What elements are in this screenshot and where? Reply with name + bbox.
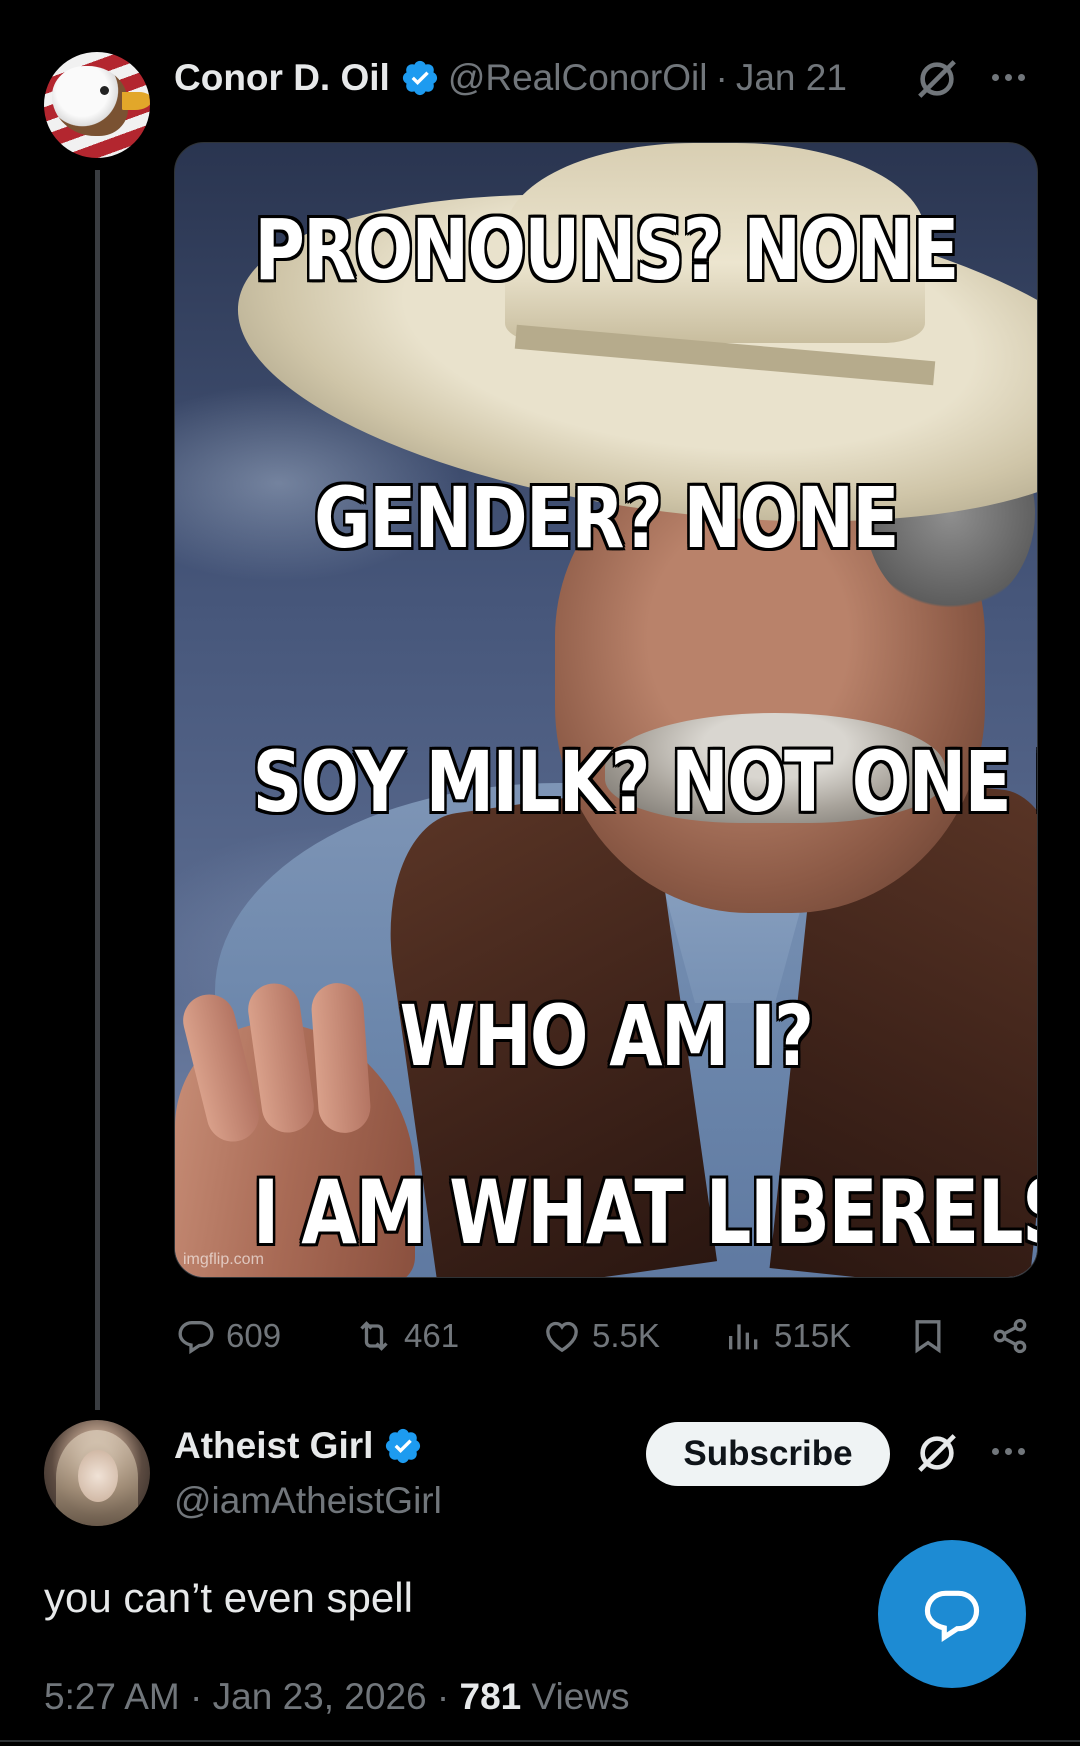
share-icon: [993, 1318, 1027, 1354]
meme-caption-line: I AM WHAT LIBERELS FEAR: [252, 1161, 1038, 1264]
subscribe-button[interactable]: Subscribe: [646, 1422, 890, 1486]
thread-line: [95, 170, 100, 1410]
bookmark-button[interactable]: [908, 1316, 948, 1356]
reply-meta: 5:27 AM · Jan 23, 2026 · 781 Views: [44, 1676, 630, 1718]
verified-badge-icon[interactable]: [383, 1426, 423, 1466]
reply-author-avatar[interactable]: [44, 1420, 150, 1526]
more-icon[interactable]: [992, 74, 1025, 81]
eagle-image: [52, 66, 128, 136]
reply-button[interactable]: 609: [176, 1316, 281, 1356]
bookmark-icon: [915, 1320, 941, 1354]
views-icon: [729, 1324, 758, 1350]
views-button[interactable]: 515K: [724, 1316, 851, 1356]
meme-caption-line: GENDER? NONE: [314, 469, 899, 567]
author-name[interactable]: Conor D. Oil: [174, 57, 390, 99]
reply-time[interactable]: 5:27 AM: [44, 1676, 180, 1717]
compose-reply-button[interactable]: [878, 1540, 1026, 1688]
repost-count: 461: [404, 1317, 460, 1354]
reply-icon: [178, 1321, 214, 1355]
author-handle[interactable]: @RealConorOil: [448, 57, 708, 99]
image-watermark: imgflip.com: [183, 1251, 264, 1268]
reply-author-name[interactable]: Atheist Girl: [174, 1425, 373, 1467]
post-actions: 609 461 5.5K 515K: [0, 1314, 1080, 1358]
verified-badge-icon[interactable]: [400, 58, 440, 98]
like-icon: [546, 1321, 578, 1353]
like-button[interactable]: 5.5K: [542, 1316, 660, 1356]
separator-dot: ·: [715, 57, 728, 98]
author-avatar[interactable]: [44, 52, 150, 158]
post-image[interactable]: PRONOUNS? NONE GENDER? NONE SOY MILK? NO…: [174, 142, 1038, 1278]
meme-caption-line: WHO AM I?: [399, 987, 814, 1085]
reply-text: you can’t even spell: [44, 1574, 413, 1621]
like-count: 5.5K: [592, 1317, 660, 1354]
reply-date[interactable]: Jan 23, 2026: [213, 1676, 427, 1717]
divider: [0, 1740, 1080, 1742]
separator-dot: ·: [436, 1676, 450, 1717]
reply-bubble-icon: [924, 1590, 980, 1643]
post-date[interactable]: Jan 21: [736, 57, 847, 99]
repost-icon: [360, 1321, 388, 1351]
post-header: Conor D. Oil @RealConorOil · Jan 21: [174, 56, 847, 100]
repost-button[interactable]: 461: [354, 1316, 459, 1356]
reply-views-count: 781: [459, 1676, 522, 1717]
reply-views-label: Views: [531, 1676, 630, 1717]
reply-header: Atheist Girl: [174, 1424, 431, 1468]
share-button[interactable]: [990, 1316, 1030, 1356]
views-count: 515K: [774, 1317, 852, 1354]
meme-caption-line: SOY MILK? NOT ONE DROP: [252, 733, 1037, 831]
reply-count: 609: [226, 1317, 282, 1354]
reply-author-handle[interactable]: @iamAtheistGirl: [174, 1480, 442, 1522]
meme-caption-line: PRONOUNS? NONE: [254, 201, 959, 299]
grok-icon[interactable]: [914, 1430, 960, 1476]
grok-icon[interactable]: [914, 56, 960, 102]
more-icon[interactable]: [992, 1448, 1025, 1455]
separator-dot: ·: [190, 1676, 203, 1717]
